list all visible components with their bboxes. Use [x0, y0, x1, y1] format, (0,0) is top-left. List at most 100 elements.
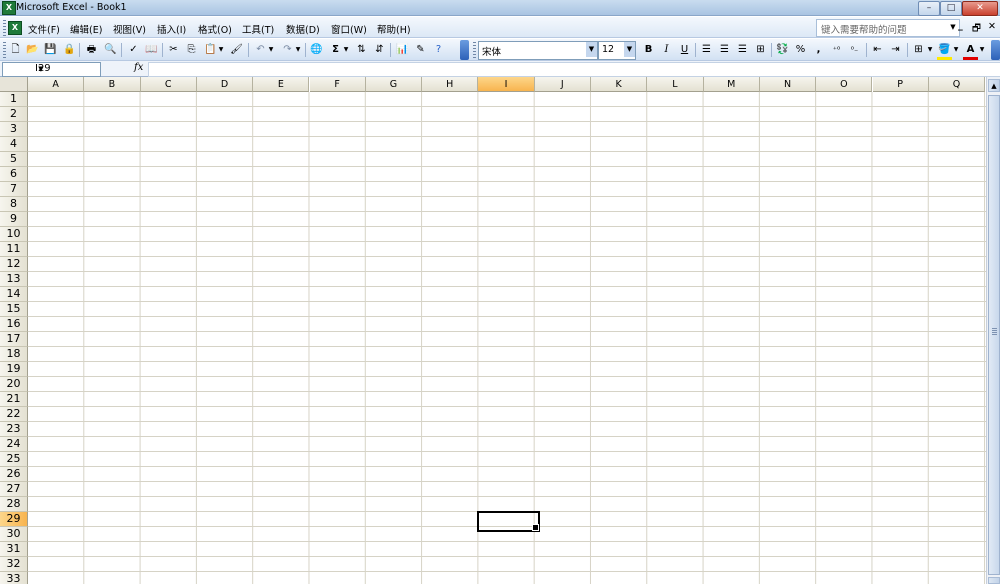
row-header-32[interactable]: 32 — [0, 557, 28, 572]
increase-indent-icon[interactable]: ⇥ — [888, 42, 903, 57]
increase-decimal-icon[interactable]: ⁺⁰ — [829, 42, 844, 57]
borders-dropdown-icon[interactable]: ▼ — [926, 42, 934, 57]
column-header-c[interactable]: C — [140, 77, 197, 92]
undo-icon[interactable]: ↶ — [253, 42, 268, 57]
row-header-3[interactable]: 3 — [0, 122, 28, 137]
align-center-icon[interactable]: ☰ — [717, 42, 732, 57]
row-header-10[interactable]: 10 — [0, 227, 28, 242]
select-all-corner[interactable] — [0, 77, 28, 92]
column-header-p[interactable]: P — [872, 77, 929, 92]
column-header-f[interactable]: F — [309, 77, 366, 92]
column-header-b[interactable]: B — [84, 77, 141, 92]
align-right-icon[interactable]: ☰ — [735, 42, 750, 57]
row-header-15[interactable]: 15 — [0, 302, 28, 317]
undo-dropdown-icon[interactable]: ▼ — [267, 42, 275, 57]
bold-button[interactable]: B — [641, 42, 656, 57]
row-header-17[interactable]: 17 — [0, 332, 28, 347]
autosum-icon[interactable]: Σ — [328, 42, 343, 57]
percent-button[interactable]: % — [793, 42, 808, 57]
chart-wizard-icon[interactable]: 📊 — [395, 42, 410, 57]
doc-close-icon[interactable]: ✕ — [988, 21, 996, 32]
column-header-h[interactable]: H — [422, 77, 479, 92]
underline-button[interactable]: U — [677, 42, 692, 57]
font-color-button[interactable]: A — [963, 42, 978, 60]
excel-doc-icon[interactable]: X — [8, 21, 22, 35]
hyperlink-icon[interactable]: 🌐 — [309, 42, 324, 57]
redo-icon[interactable]: ↷ — [280, 42, 295, 57]
copy-icon[interactable]: ⎘ — [184, 42, 199, 57]
column-header-m[interactable]: M — [703, 77, 760, 92]
menu-insert[interactable]: 插入(I) — [157, 22, 186, 36]
column-header-i[interactable]: I — [478, 77, 535, 92]
help-search-input[interactable]: 键入需要帮助的问题 ▼ — [816, 19, 960, 37]
align-left-icon[interactable]: ☰ — [699, 42, 714, 57]
menu-format[interactable]: 格式(O) — [198, 22, 232, 36]
font-color-dropdown-icon[interactable]: ▼ — [978, 42, 986, 57]
row-header-6[interactable]: 6 — [0, 167, 28, 182]
row-header-5[interactable]: 5 — [0, 152, 28, 167]
column-header-j[interactable]: J — [534, 77, 591, 92]
new-icon[interactable]: 🗋 — [8, 42, 23, 57]
fill-handle[interactable] — [531, 524, 539, 531]
doc-minimize-icon[interactable]: _ — [958, 20, 963, 31]
doc-restore-icon[interactable]: 🗗 — [972, 21, 981, 37]
scroll-down-icon[interactable] — [988, 577, 1000, 584]
chevron-down-icon[interactable]: ▼ — [586, 42, 597, 57]
row-header-16[interactable]: 16 — [0, 317, 28, 332]
italic-button[interactable]: I — [659, 42, 674, 57]
print-icon[interactable]: 🖶 — [84, 42, 99, 57]
merge-center-icon[interactable]: ⊞ — [753, 42, 768, 57]
row-header-13[interactable]: 13 — [0, 272, 28, 287]
row-header-18[interactable]: 18 — [0, 347, 28, 362]
research-icon[interactable]: 📖 — [144, 42, 159, 57]
row-header-22[interactable]: 22 — [0, 407, 28, 422]
menu-view[interactable]: 视图(V) — [113, 22, 146, 36]
toolbar-options-icon[interactable] — [460, 40, 469, 60]
column-header-o[interactable]: O — [816, 77, 873, 92]
insert-function-icon[interactable]: fx — [134, 62, 143, 73]
menu-tools[interactable]: 工具(T) — [242, 22, 274, 36]
font-name-select[interactable]: 宋体 ▼ — [478, 41, 598, 60]
menu-window[interactable]: 窗口(W) — [331, 22, 367, 36]
permission-icon[interactable]: 🔒 — [62, 42, 77, 57]
row-header-1[interactable]: 1 — [0, 92, 28, 107]
menu-edit[interactable]: 编辑(E) — [70, 22, 102, 36]
row-header-31[interactable]: 31 — [0, 542, 28, 557]
spelling-icon[interactable]: ✓ — [126, 42, 141, 57]
fill-color-dropdown-icon[interactable]: ▼ — [952, 42, 960, 57]
row-header-28[interactable]: 28 — [0, 497, 28, 512]
row-header-7[interactable]: 7 — [0, 182, 28, 197]
row-header-30[interactable]: 30 — [0, 527, 28, 542]
menu-help[interactable]: 帮助(H) — [377, 22, 411, 36]
open-icon[interactable]: 📂 — [25, 42, 40, 57]
row-header-11[interactable]: 11 — [0, 242, 28, 257]
column-header-k[interactable]: K — [591, 77, 648, 92]
format-painter-icon[interactable]: 🖌 — [229, 42, 244, 57]
maximize-button[interactable]: □ — [940, 1, 962, 16]
scroll-up-icon[interactable]: ▲ — [988, 79, 1000, 92]
menu-data[interactable]: 数据(D) — [286, 22, 320, 36]
decrease-decimal-icon[interactable]: ⁰₋ — [847, 42, 862, 57]
row-header-24[interactable]: 24 — [0, 437, 28, 452]
row-header-4[interactable]: 4 — [0, 137, 28, 152]
row-header-25[interactable]: 25 — [0, 452, 28, 467]
row-header-2[interactable]: 2 — [0, 107, 28, 122]
row-header-27[interactable]: 27 — [0, 482, 28, 497]
standard-toolbar-grip[interactable] — [3, 42, 6, 58]
row-header-26[interactable]: 26 — [0, 467, 28, 482]
row-header-9[interactable]: 9 — [0, 212, 28, 227]
toolbar-grip[interactable] — [3, 20, 6, 36]
column-header-q[interactable]: Q — [928, 77, 986, 92]
sort-descending-icon[interactable]: ⇵ — [372, 42, 387, 57]
row-header-23[interactable]: 23 — [0, 422, 28, 437]
autosum-dropdown-icon[interactable]: ▼ — [342, 42, 350, 57]
decrease-indent-icon[interactable]: ⇤ — [870, 42, 885, 57]
chevron-down-icon[interactable]: ▼ — [624, 42, 635, 57]
row-header-19[interactable]: 19 — [0, 362, 28, 377]
comma-button[interactable]: , — [811, 42, 826, 57]
column-header-n[interactable]: N — [759, 77, 817, 92]
chevron-down-icon[interactable]: ▼ — [35, 63, 47, 76]
name-box[interactable]: I29 ▼ — [2, 62, 101, 77]
sort-ascending-icon[interactable]: ⇅ — [354, 42, 369, 57]
currency-icon[interactable]: 💱 — [775, 42, 790, 57]
